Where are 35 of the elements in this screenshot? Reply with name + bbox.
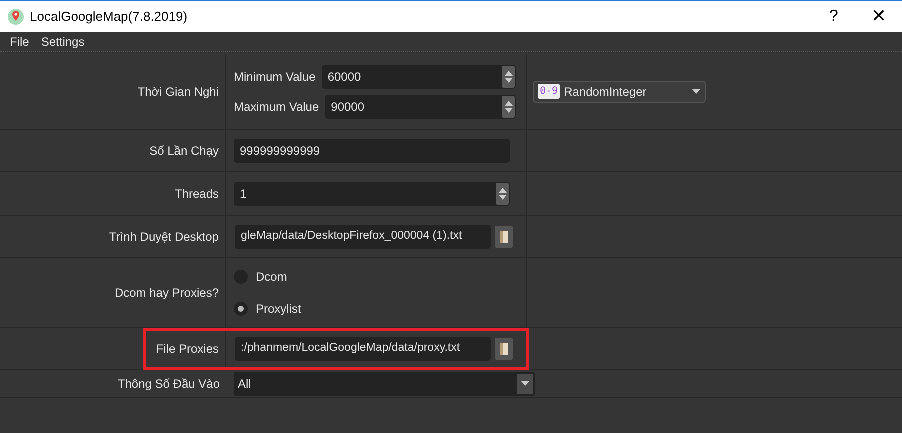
field-label: Maximum Value [234,98,320,116]
field-label: Minimum Value [234,68,316,86]
generator-dropdown[interactable]: 0-9 RandomInteger [533,80,706,102]
browse-button[interactable] [495,226,513,248]
spin-box[interactable]: 60000 [322,64,516,88]
spinner-buttons[interactable] [502,66,515,88]
field-label: Thông Số Đầu Vào [118,376,220,392]
spin-box[interactable]: 90000 [325,94,516,118]
radio-button[interactable] [234,302,248,316]
input-field[interactable]: gleMap/data/DesktopFirefox_000004 (1).txt [235,224,491,248]
field-label: Trình Duyệt Desktop [109,228,219,246]
combo-box[interactable]: All [234,372,535,396]
field-label: Threads [174,186,219,202]
input-field[interactable]: 999999999999 [234,138,510,162]
option-label: Proxylist [256,300,302,318]
help-button[interactable]: ? [812,1,856,32]
file-icon [499,342,509,356]
spinner-buttons[interactable] [496,182,509,204]
field-label: File Proxies [156,340,219,358]
file-icon [499,230,509,244]
map-pin-icon [8,8,24,24]
browse-button[interactable] [495,338,513,360]
window-title: LocalGoogleMap(7.8.2019) [30,8,188,26]
input-field[interactable]: :/phanmem/LocalGoogleMap/data/proxy.txt [235,336,491,360]
menu-item[interactable]: File [4,32,36,50]
menu-item[interactable]: Settings [35,32,91,50]
spinner-buttons[interactable] [502,96,515,118]
field-label: Thời Gian Nghi [138,84,219,100]
field-label: Số Lần Chạy [150,142,219,160]
caret-icon [520,381,530,386]
option-label: Dcom [256,268,288,286]
close-button[interactable]: ✕ [856,1,902,32]
spin-box[interactable]: 1 [234,182,510,206]
field-label: Dcom hay Proxies? [114,284,219,302]
caret-icon [692,89,701,94]
